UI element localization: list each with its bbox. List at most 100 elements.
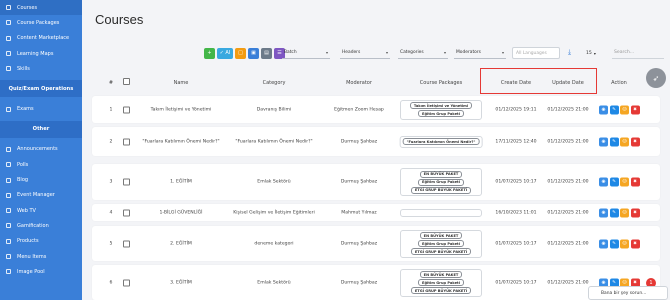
grid-button[interactable]: ▣ <box>248 47 259 59</box>
image-icon <box>6 269 11 275</box>
sidebar-item-course-packages[interactable]: Course Packages <box>0 15 82 30</box>
language-select[interactable]: All Languages <box>512 47 560 59</box>
table-row: 5 2. EĞİTİM deneme kategori Durmuş Şahbaz EN… <box>92 226 660 261</box>
ai-button[interactable]: ✓ AI <box>217 47 233 59</box>
sidebar-item-label: Gamification <box>17 222 49 229</box>
course-packages <box>400 208 482 217</box>
course-moderator: Durmuş Şahbaz <box>340 139 378 144</box>
row-checkbox[interactable] <box>123 106 130 113</box>
delete-button[interactable]: ✖ <box>630 239 640 248</box>
view-button[interactable]: ◉ <box>599 177 608 187</box>
batch-dropdown[interactable]: Batch ▾ <box>282 47 330 59</box>
sidebar-item-polls[interactable]: Polls <box>0 157 82 172</box>
view-button[interactable]: ◉ <box>599 105 608 114</box>
sidebar-item-event-manager[interactable]: Event Manager <box>0 188 82 203</box>
sidebar-item-announcements[interactable]: Announcements <box>0 142 82 157</box>
list-button[interactable]: ▤ <box>261 47 272 59</box>
categories-label: Categories <box>400 50 424 55</box>
create-date: 17/11/2025 12:40 <box>495 139 537 144</box>
users-button[interactable]: ☺ <box>620 137 629 146</box>
blog-icon <box>6 177 11 183</box>
users-button[interactable]: ☺ <box>620 105 629 114</box>
update-date: 01/12/2025 21:00 <box>547 107 589 112</box>
copy-button[interactable]: □ <box>235 47 246 59</box>
course-name[interactable]: 2. EĞİTİM <box>170 241 192 246</box>
course-name[interactable]: 1-BİLGİ GÜVENLİĞİ <box>159 210 202 215</box>
edit-button[interactable]: ✎ <box>609 208 619 217</box>
sidebar-item-label: Image Pool <box>17 268 45 275</box>
sidebar-item-products[interactable]: Products <box>0 234 82 249</box>
per-page-value: 15 <box>586 50 592 56</box>
header-category[interactable]: Category <box>263 80 286 86</box>
chevron-down-icon: ▾ <box>443 50 446 55</box>
users-button[interactable]: ☺ <box>620 177 629 187</box>
users-button[interactable]: ☺ <box>620 208 629 217</box>
sidebar-item-skills[interactable]: Skills <box>0 61 82 76</box>
sidebar: Courses Course Packages Content Marketplac… <box>0 0 82 300</box>
course-name[interactable]: 1. EĞİTİM <box>170 180 192 185</box>
sidebar-item-menu-items[interactable]: Menu Items <box>0 249 82 264</box>
per-page-select[interactable]: 15 ▾ <box>586 47 602 59</box>
view-button[interactable]: ◉ <box>599 239 608 248</box>
update-date: 01/12/2025 21:00 <box>547 210 589 215</box>
sidebar-item-gamification[interactable]: Gamification <box>0 218 82 233</box>
categories-dropdown[interactable]: Categories ▾ <box>398 47 448 59</box>
header-course-packages[interactable]: Course Packages <box>420 80 462 86</box>
select-all-checkbox[interactable] <box>123 78 130 85</box>
course-category: Kişisel Gelişim ve İletişim Eğitimleri <box>233 210 315 215</box>
edit-button[interactable]: ✎ <box>609 105 619 114</box>
header-moderator[interactable]: Moderator <box>346 80 372 86</box>
edit-button[interactable]: ✎ <box>609 177 619 187</box>
sidebar-item-image-pool[interactable]: Image Pool <box>0 264 82 279</box>
row-checkbox[interactable] <box>123 209 130 216</box>
chat-widget[interactable]: Bana bir şey sorun... <box>588 286 668 300</box>
rocket-icon[interactable]: ➶ <box>646 68 666 88</box>
header-name[interactable]: Name <box>174 80 189 86</box>
row-checkbox[interactable] <box>123 240 130 247</box>
row-actions: ◉ ✎ ☺ ✖ <box>599 177 640 187</box>
row-checkbox[interactable] <box>123 138 130 145</box>
row-checkbox[interactable] <box>123 279 130 286</box>
course-name[interactable]: 3. EĞİTİM <box>170 280 192 285</box>
course-packages: EN BÜYÜK PAKET Eğitim Grup Paketi ETGİ GRU… <box>400 229 482 258</box>
toolbar: + ✓ AI □ ▣ ▤ ☰ <box>204 47 287 59</box>
search-input[interactable]: Search... <box>612 47 664 59</box>
download-icon[interactable]: ⤓ <box>568 48 571 57</box>
sidebar-item-label: Blog <box>17 177 29 184</box>
sidebar-item-label: Menu Items <box>17 253 47 260</box>
sidebar-item-label: Web TV <box>17 207 36 214</box>
delete-button[interactable]: ✖ <box>630 177 640 187</box>
view-button[interactable]: ◉ <box>599 208 608 217</box>
course-name[interactable]: Takım İletişimi ve Yönetimi <box>151 107 212 112</box>
update-date: 01/12/2025 21:00 <box>547 179 589 185</box>
users-button[interactable]: ☺ <box>620 239 629 248</box>
sidebar-item-label: Exams <box>17 106 34 113</box>
row-checkbox[interactable] <box>123 178 130 186</box>
batch-label: Batch <box>284 50 297 55</box>
delete-button[interactable]: ✖ <box>630 137 640 146</box>
sidebar-item-web-tv[interactable]: Web TV <box>0 203 82 218</box>
sidebar-item-exams[interactable]: Exams <box>0 101 82 116</box>
sidebar-item-learning-maps[interactable]: Learning Maps <box>0 46 82 61</box>
headers-dropdown[interactable]: Headers ▾ <box>340 47 390 59</box>
map-icon <box>6 51 11 57</box>
sidebar-item-courses[interactable]: Courses <box>0 0 82 16</box>
package-icon <box>6 20 11 26</box>
edit-button[interactable]: ✎ <box>609 239 619 248</box>
sidebar-item-blog[interactable]: Blog <box>0 172 82 187</box>
sidebar-item-label: Event Manager <box>17 192 55 199</box>
sidebar-item-content-marketplace[interactable]: Content Marketplace <box>0 31 82 46</box>
course-packages: "Fuarlara Katılımın Önemi Nedir?" <box>399 135 483 148</box>
update-date: 01/12/2025 21:00 <box>547 280 589 285</box>
course-name[interactable]: "Fuarlara Katılımın Önemi Nedir?" <box>142 139 219 144</box>
sidebar-item-label: Courses <box>17 4 38 11</box>
moderators-dropdown[interactable]: Moderators ▾ <box>454 47 506 59</box>
add-button[interactable]: + <box>204 47 215 59</box>
delete-button[interactable]: ✖ <box>630 208 640 217</box>
edit-button[interactable]: ✎ <box>609 137 619 146</box>
view-button[interactable]: ◉ <box>599 137 608 146</box>
package-tag: Takım İletişimi ve Yönetimi <box>409 102 473 109</box>
delete-button[interactable]: ✖ <box>630 105 640 114</box>
package-tag: Eğitim Grup Paketi <box>418 178 464 186</box>
update-date: 01/12/2025 21:00 <box>547 241 589 246</box>
